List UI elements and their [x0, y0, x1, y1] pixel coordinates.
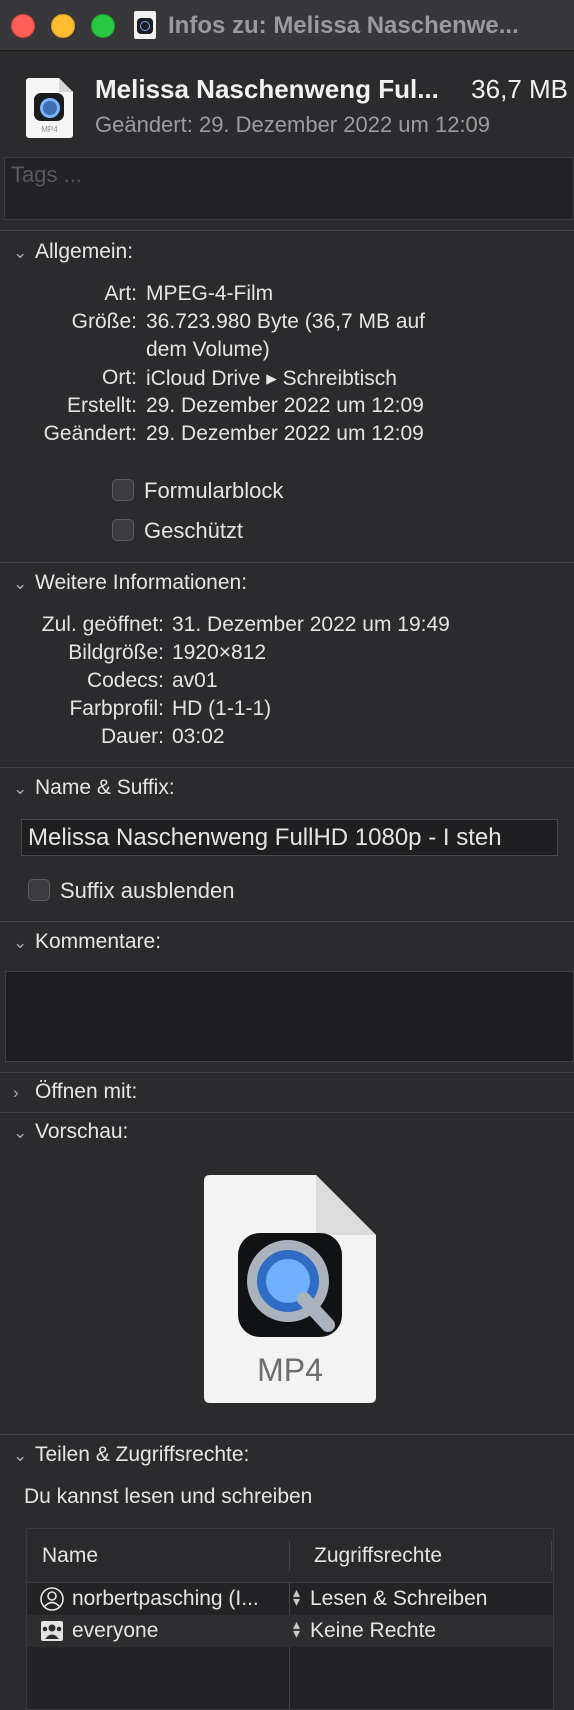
- section-open-with-header[interactable]: › Öffnen mit:: [13, 1080, 137, 1104]
- codecs-label: Codecs:: [86, 669, 164, 692]
- hide-extension-checkbox[interactable]: [28, 879, 50, 901]
- locked-label: Geschützt: [144, 518, 244, 543]
- mp4-file-icon[interactable]: MP4: [26, 78, 73, 138]
- where-label: Ort:: [102, 366, 137, 389]
- stationery-checkbox[interactable]: [112, 479, 134, 501]
- modified-label: Geändert:: [43, 422, 137, 445]
- chevron-down-icon: ⌄: [13, 933, 28, 952]
- chevron-right-icon: ›: [13, 1083, 19, 1102]
- general-info: Art: MPEG-4-Film Größe: 36.723.980 Byte …: [0, 282, 574, 427]
- dimensions-value: 1920×812: [172, 641, 267, 664]
- user-name: everyone: [72, 1619, 159, 1642]
- created-value: 29. Dezember 2022 um 12:09: [146, 394, 424, 417]
- preview-mp4-icon: MP4: [204, 1175, 376, 1403]
- window-title: Infos zu: Melissa Naschenwe...: [168, 12, 519, 39]
- codecs-value: av01: [172, 669, 218, 692]
- user-icon: [40, 1587, 64, 1611]
- kind-label: Art:: [104, 282, 137, 305]
- last-opened-value: 31. Dezember 2022 um 19:49: [172, 613, 450, 636]
- minimize-button[interactable]: [51, 14, 75, 38]
- size-label: Größe:: [71, 310, 137, 333]
- chevron-down-icon: ⌄: [13, 574, 28, 593]
- table-row: [27, 1647, 553, 1679]
- created-label: Erstellt:: [66, 394, 137, 417]
- chevron-down-icon: ⌄: [13, 243, 28, 262]
- section-more-info-title: Weitere Informationen:: [35, 571, 248, 594]
- section-sharing-title: Teilen & Zugriffsrechte:: [35, 1443, 250, 1466]
- file-name: Melissa Naschenweng Ful...: [95, 74, 439, 104]
- dimensions-label: Bildgröße:: [68, 641, 164, 664]
- kind-value: MPEG-4-Film: [146, 282, 274, 305]
- column-header-name[interactable]: Name: [42, 1544, 98, 1568]
- section-name-title: Name & Suffix:: [35, 776, 175, 799]
- where-value: iCloud Drive ▸ Schreibtisch: [146, 367, 397, 390]
- section-preview-header[interactable]: ⌄ Vorschau:: [13, 1120, 128, 1144]
- table-row[interactable]: everyone ▴ ▾ Keine Rechte: [27, 1615, 553, 1647]
- popup-arrows-icon[interactable]: ▴ ▾: [293, 1585, 300, 1608]
- chevron-down-icon: ⌄: [13, 1123, 28, 1142]
- section-name-header[interactable]: ⌄ Name & Suffix:: [13, 776, 175, 800]
- tags-field[interactable]: Tags ...: [4, 157, 574, 220]
- privilege-popup[interactable]: Lesen & Schreiben: [310, 1587, 487, 1611]
- section-general-header[interactable]: ⌄ Allgemein:: [13, 240, 133, 264]
- section-comments-header[interactable]: ⌄ Kommentare:: [13, 930, 161, 954]
- color-profile-label: Farbprofil:: [69, 697, 164, 720]
- permissions-table-header: Name Zugriffsrechte: [27, 1529, 553, 1583]
- quicktime-file-icon: [134, 11, 156, 39]
- section-general-title: Allgemein:: [35, 240, 134, 263]
- last-opened-label: Zul. geöffnet:: [41, 613, 164, 636]
- column-header-rights[interactable]: Zugriffsrechte: [314, 1544, 442, 1568]
- stationery-label: Formularblock: [144, 478, 284, 503]
- locked-checkbox[interactable]: [112, 519, 134, 541]
- divider: [0, 1112, 574, 1113]
- divider: [0, 562, 574, 563]
- duration-value: 03:02: [172, 725, 225, 748]
- permissions-table: Name Zugriffsrechte norbertpasching (I..…: [26, 1528, 554, 1710]
- file-icon-label: MP4: [41, 125, 58, 134]
- more-info: Zul. geöffnet: 31. Dezember 2022 um 19:4…: [0, 613, 574, 753]
- section-more-info-header[interactable]: ⌄ Weitere Informationen:: [13, 571, 247, 595]
- general-info-modified: Geändert: 29. Dezember 2022 um 12:09: [0, 422, 574, 450]
- privilege-popup[interactable]: Keine Rechte: [310, 1619, 436, 1643]
- divider: [0, 1072, 574, 1073]
- tags-placeholder: Tags ...: [11, 162, 82, 187]
- chevron-down-icon: ⌄: [13, 1446, 28, 1465]
- file-name-input-value: Melissa Naschenweng FullHD 1080p - I ste…: [28, 824, 502, 851]
- close-button[interactable]: [11, 14, 35, 38]
- file-size: 36,7 MB: [471, 74, 568, 104]
- preview-label: MP4: [257, 1352, 323, 1388]
- divider: [0, 921, 574, 922]
- table-row[interactable]: norbertpasching (I... ▴ ▾ Lesen & Schreib…: [27, 1583, 553, 1615]
- size-value-cont: dem Volume): [146, 338, 270, 361]
- duration-label: Dauer:: [100, 725, 164, 748]
- section-sharing-header[interactable]: ⌄ Teilen & Zugriffsrechte:: [13, 1443, 249, 1467]
- section-comments-title: Kommentare:: [35, 930, 162, 953]
- comments-field[interactable]: [5, 971, 574, 1062]
- color-profile-value: HD (1-1-1): [172, 697, 272, 720]
- modified-value: 29. Dezember 2022 um 12:09: [146, 422, 424, 445]
- popup-arrows-icon[interactable]: ▴ ▾: [293, 1617, 300, 1640]
- file-name-input[interactable]: Melissa Naschenweng FullHD 1080p - I ste…: [21, 819, 558, 856]
- sharing-summary: Du kannst lesen und schreiben: [24, 1485, 313, 1508]
- chevron-down-icon: ⌄: [13, 779, 28, 798]
- divider: [0, 767, 574, 768]
- title-bar: Infos zu: Melissa Naschenwe...: [0, 0, 574, 51]
- section-open-with-title: Öffnen mit:: [35, 1080, 138, 1103]
- divider: [0, 1434, 574, 1435]
- section-preview-title: Vorschau:: [35, 1120, 129, 1143]
- divider: [0, 230, 574, 231]
- size-value: 36.723.980 Byte (36,7 MB auf: [146, 310, 426, 333]
- file-modified-date: Geändert: 29. Dezember 2022 um 12:09: [95, 112, 491, 137]
- hide-extension-label: Suffix ausblenden: [60, 878, 235, 903]
- user-name: norbertpasching (I...: [72, 1587, 259, 1610]
- zoom-button[interactable]: [91, 14, 115, 38]
- group-icon: [41, 1621, 63, 1641]
